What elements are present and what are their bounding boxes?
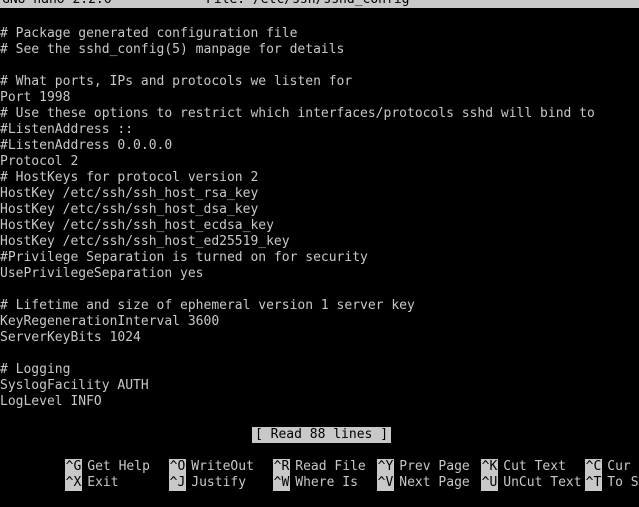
app-version: GNU nano 2.2.6 (2, 0, 112, 8)
shortcut-key: ^T (584, 475, 603, 491)
title-bar: GNU nano 2.2.6 File: /etc/ssh/sshd_confi… (0, 0, 639, 8)
editor-line[interactable]: Protocol 2 (0, 154, 639, 170)
editor-line[interactable]: HostKey /etc/ssh/ssh_host_rsa_key (0, 186, 639, 202)
editor-line[interactable]: ServerKeyBits 1024 (0, 330, 639, 346)
shortcut-to-spell[interactable]: ^T To Spell (522, 459, 639, 491)
editor-line[interactable]: #ListenAddress :: (0, 122, 639, 138)
editor-line[interactable]: HostKey /etc/ssh/ssh_host_dsa_key (0, 202, 639, 218)
file-name: File: /etc/ssh/sshd_config (206, 0, 410, 8)
shortcut-label: To Spell (607, 475, 639, 490)
status-bar: [ Read 88 lines ] (0, 427, 639, 443)
shortcut-row-1: ^G Get Help ^O WriteOut ^R Read File ^Y Prev… (0, 443, 639, 475)
shortcut-cur-pos[interactable]: ^CCur Pos (522, 443, 639, 475)
editor-line[interactable]: HostKey /etc/ssh/ssh_host_ecdsa_key (0, 218, 639, 234)
editor-line[interactable]: UsePrivilegeSeparation yes (0, 266, 639, 282)
editor-line[interactable]: KeyRegenerationInterval 3600 (0, 314, 639, 330)
shortcut-key: ^J (168, 475, 187, 491)
editor-line[interactable]: HostKey /etc/ssh/ssh_host_ed25519_key (0, 234, 639, 250)
editor-line[interactable]: # Package generated configuration file (0, 26, 639, 42)
shortcut-key: ^U (480, 475, 499, 491)
shortcut-row-2: ^X Exit ^J Justify ^W Where Is ^V Next Page … (0, 459, 639, 491)
editor-line[interactable] (0, 282, 639, 298)
editor-line[interactable]: LogLevel INFO (0, 394, 639, 410)
shortcut-key: ^W (272, 475, 291, 491)
shortcut-key: ^V (376, 475, 395, 491)
status-message: [ Read 88 lines ] (251, 427, 392, 443)
editor-line[interactable]: # HostKeys for protocol version 2 (0, 170, 639, 186)
shortcut-bar: ^G Get Help ^O WriteOut ^R Read File ^Y Prev… (0, 443, 639, 491)
editor-line[interactable]: # See the sshd_config(5) manpage for det… (0, 42, 639, 58)
editor-line[interactable]: # Use these options to restrict which in… (0, 106, 639, 122)
editor-line[interactable]: #ListenAddress 0.0.0.0 (0, 138, 639, 154)
editor-line[interactable]: # What ports, IPs and protocols we liste… (0, 74, 639, 90)
editor-line[interactable]: #Privilege Separation is turned on for s… (0, 250, 639, 266)
shortcut-key: ^X (64, 475, 83, 491)
editor-line[interactable] (0, 58, 639, 74)
editor-line[interactable]: # Lifetime and size of ephemeral version… (0, 298, 639, 314)
terminal-screen: GNU nano 2.2.6 File: /etc/ssh/sshd_confi… (0, 0, 639, 491)
editor-line[interactable]: Port 1998 (0, 90, 639, 106)
shortcut-exit[interactable]: ^X Exit (2, 459, 119, 491)
editor-line[interactable] (0, 346, 639, 362)
editor-line[interactable]: SyslogFacility AUTH (0, 378, 639, 394)
editor-text-area[interactable]: # Package generated configuration file #… (0, 26, 639, 426)
editor-line[interactable]: # Logging (0, 362, 639, 378)
